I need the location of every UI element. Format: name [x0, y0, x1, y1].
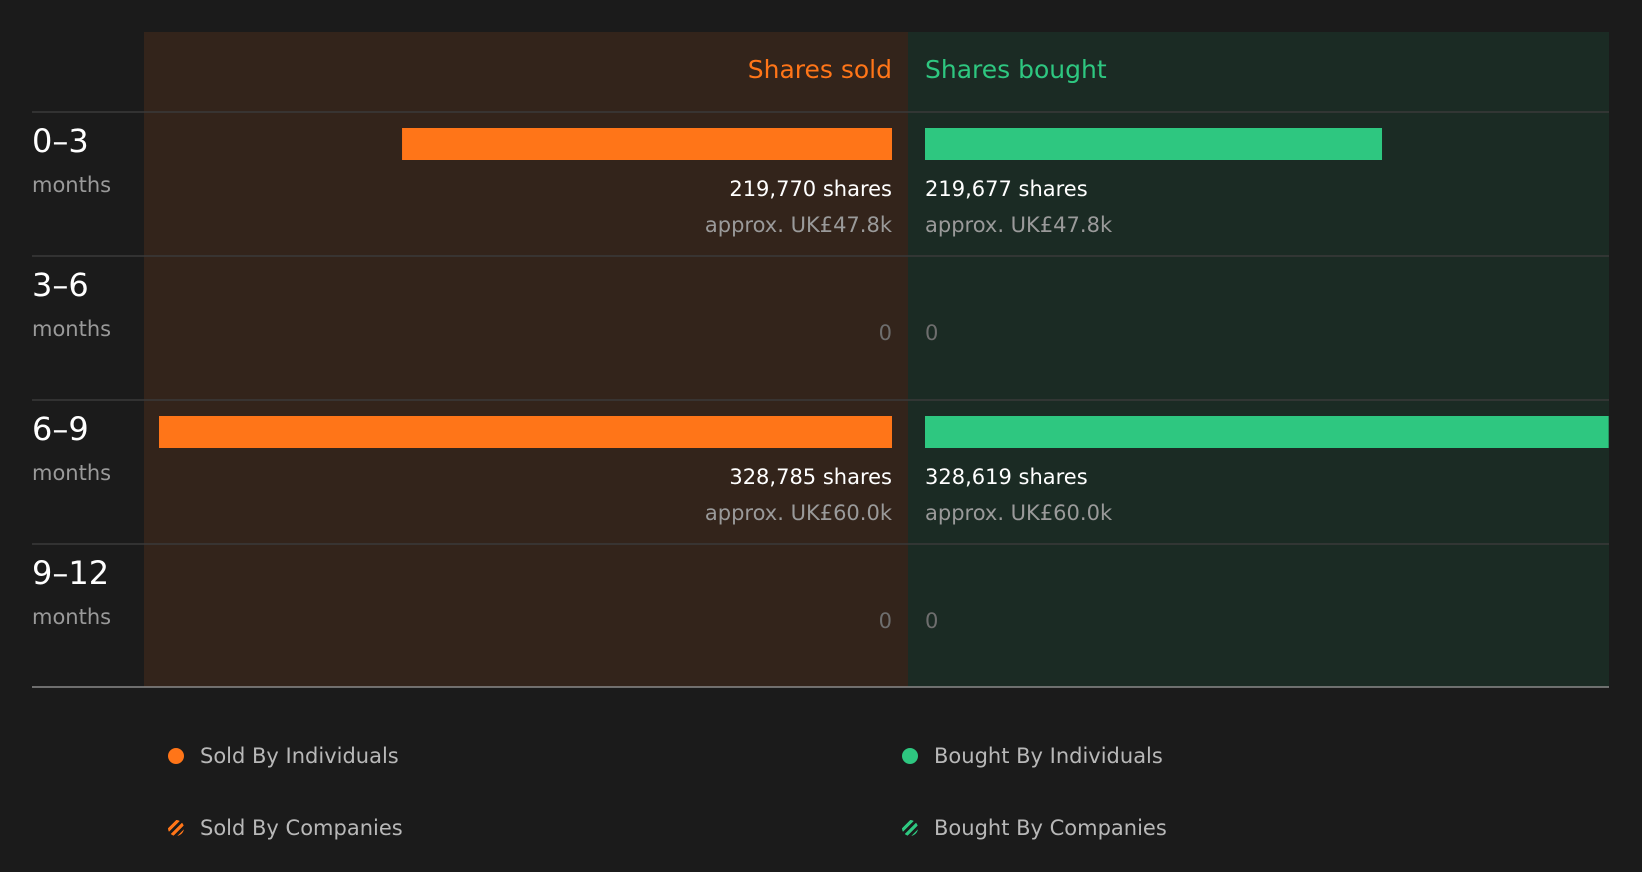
bought-bar [925, 416, 1609, 448]
row-range-label: 3–6 [32, 266, 89, 304]
bought-value-label: approx. UK£60.0k [925, 501, 1113, 525]
orange-hatched-dot-icon [168, 820, 184, 836]
green-dot-icon [902, 748, 918, 764]
orange-dot-icon [168, 748, 184, 764]
green-hatched-dot-icon [902, 820, 918, 836]
row-unit-label: months [32, 605, 111, 629]
row-range-label: 9–12 [32, 554, 109, 592]
row-unit-label: months [32, 317, 111, 341]
sold-value-label: approx. UK£60.0k [705, 501, 893, 525]
sold-zero-label: 0 [879, 609, 892, 633]
sold-zero-label: 0 [879, 321, 892, 345]
legend-label: Sold By Companies [200, 816, 403, 840]
legend-label: Bought By Companies [934, 816, 1167, 840]
legend-label: Bought By Individuals [934, 744, 1163, 768]
row-range-label: 0–3 [32, 122, 89, 160]
row-unit-label: months [32, 461, 111, 485]
bought-shares-label: 328,619 shares [925, 465, 1088, 489]
row-range-label: 6–9 [32, 410, 89, 448]
bought-zero-label: 0 [925, 609, 938, 633]
sold-header: Shares sold [748, 55, 892, 84]
legend-sold-individuals[interactable]: Sold By Individuals [168, 744, 399, 768]
chart-svg: Shares sold Shares bought 0–3 months 219,7… [32, 32, 1609, 688]
legend-sold-companies[interactable]: Sold By Companies [168, 816, 403, 840]
legend-bought-companies[interactable]: Bought By Companies [902, 816, 1167, 840]
sold-value-label: approx. UK£47.8k [705, 213, 893, 237]
row-unit-label: months [32, 173, 111, 197]
sold-bar [402, 128, 892, 160]
bought-bar [925, 128, 1383, 160]
sold-shares-label: 219,770 shares [729, 177, 892, 201]
legend-label: Sold By Individuals [200, 744, 399, 768]
sold-shares-label: 328,785 shares [729, 465, 892, 489]
insider-trading-chart: Shares sold Shares bought 0–3 months 219,7… [0, 0, 1642, 872]
bought-zero-label: 0 [925, 321, 938, 345]
legend-bought-individuals[interactable]: Bought By Individuals [902, 744, 1163, 768]
bought-value-label: approx. UK£47.8k [925, 213, 1113, 237]
sold-bar [159, 416, 892, 448]
bought-header: Shares bought [925, 55, 1107, 84]
bought-shares-label: 219,677 shares [925, 177, 1088, 201]
